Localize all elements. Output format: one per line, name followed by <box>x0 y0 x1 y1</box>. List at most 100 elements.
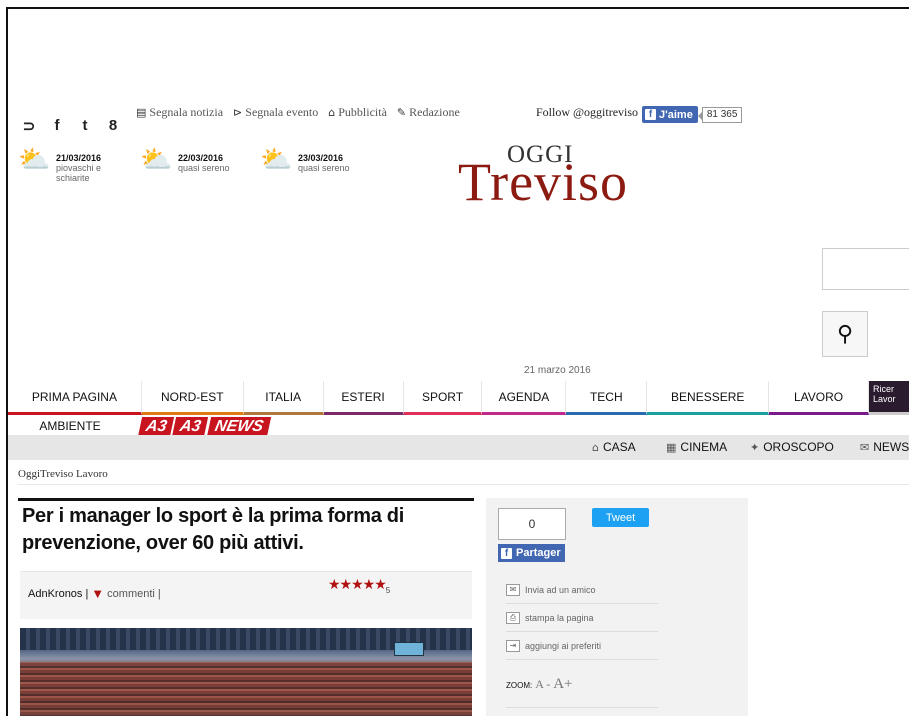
secondary-nav: ⌂ CASA ▦ CINEMA ✦ OROSCOPO ✉ NEWS <box>8 435 909 460</box>
subnav-cinema[interactable]: ▦ CINEMA <box>666 440 727 454</box>
partager-button[interactable]: f Partager <box>498 544 565 562</box>
subnav-casa-label: CASA <box>602 440 636 454</box>
article: Per i manager lo sport è la prima forma … <box>18 498 474 716</box>
megaphone-icon: ⊳ <box>233 106 243 119</box>
print-icon: ⎙ <box>506 611 520 624</box>
segnala-notizia-link[interactable]: ▤ Segnala notizia <box>136 105 223 120</box>
print-page-label: stampa la pagina <box>525 612 594 623</box>
subnav-news-label: NEWS <box>873 440 909 454</box>
social-links: ⊃ f t 8 <box>22 117 120 135</box>
weather-day-3: ⛅ 23/03/2016 quasi sereno <box>260 147 350 173</box>
news-label: NEWS <box>206 417 272 437</box>
ricerca-bottom: Lavor <box>873 394 896 404</box>
nav-row-2: AMBIENTE A3 A3 NEWS <box>8 415 272 437</box>
main-nav: PRIMA PAGINA NORD-EST ITALIA ESTERI SPOR… <box>8 381 909 415</box>
a3-news-banner[interactable]: A3 A3 NEWS <box>137 415 272 437</box>
weather-day-1: ⛅ 21/03/2016 piovaschi e schiarite <box>18 147 112 183</box>
zoom-controls: ZOOM: A - A+ <box>506 676 573 693</box>
a3-logo: A3 <box>137 417 175 437</box>
tag-icon: ⌂ <box>328 106 336 119</box>
comments-link[interactable]: commenti | <box>107 588 161 600</box>
weather-desc: piovaschi e schiarite <box>56 163 102 183</box>
weather-date: 23/03/2016 <box>298 153 344 163</box>
zoom-in-button[interactable]: A+ <box>553 676 572 693</box>
article-photo <box>20 628 472 716</box>
site-logo[interactable]: Treviso <box>458 151 628 213</box>
top-links: ▤ Segnala notizia ⊳ Segnala evento ⌂ Pub… <box>136 105 460 120</box>
article-meta: AdnKronos | ▼ commenti | ★★★★★5 <box>20 571 472 619</box>
bookmark-icon: ⇥ <box>506 639 520 652</box>
nav-esteri[interactable]: ESTERI <box>323 381 404 415</box>
search-icon: ⚲ <box>836 321 854 347</box>
like-button[interactable]: f J'aime <box>642 106 698 123</box>
zoom-out-button[interactable]: A - <box>535 677 550 692</box>
ricerca-lavoro-banner[interactable]: Ricer Lavor <box>869 381 909 415</box>
subnav-news[interactable]: ✉ NEWS <box>860 440 909 454</box>
stars-icon: ★★★★★ <box>328 576 387 592</box>
stars-icon: ✦ <box>750 440 760 454</box>
like-count: 81 365 <box>697 106 743 123</box>
redazione-link[interactable]: ✎ Redazione <box>397 105 460 120</box>
nav-ambiente[interactable]: AMBIENTE <box>8 419 132 433</box>
nav-sport[interactable]: SPORT <box>403 381 483 415</box>
nav-benessere[interactable]: BENESSERE <box>647 381 770 415</box>
current-date: 21 marzo 2016 <box>524 365 591 376</box>
subnav-casa[interactable]: ⌂ CASA <box>592 440 636 454</box>
nav-nord-est[interactable]: NORD-EST <box>141 381 244 415</box>
rating-stars[interactable]: ★★★★★5 <box>328 576 391 595</box>
breadcrumb: OggiTreviso Lavoro <box>18 468 108 480</box>
twitter-icon[interactable]: t <box>78 117 92 135</box>
nav-prima-pagina[interactable]: PRIMA PAGINA <box>8 381 142 415</box>
facebook-icon[interactable]: f <box>50 117 64 135</box>
print-page-link[interactable]: ⎙ stampa la pagina <box>506 604 658 632</box>
facebook-logo-icon: f <box>501 547 512 559</box>
zoom-label: ZOOM: <box>506 681 533 690</box>
nav-tech[interactable]: TECH <box>566 381 648 415</box>
separator: | <box>85 587 89 600</box>
weather-desc: quasi sereno <box>178 163 230 173</box>
facebook-like-widget: f J'aime 81 365 <box>642 106 743 123</box>
send-to-friend-link[interactable]: ✉ Invia ad un amico <box>506 576 658 604</box>
search-button[interactable]: ⚲ <box>822 311 868 357</box>
divider <box>506 707 658 708</box>
comment-icon: ▼ <box>91 586 105 601</box>
article-byline: AdnKronos | ▼ commenti | <box>28 586 161 601</box>
add-favorites-label: aggiungi ai preferiti <box>525 640 602 651</box>
search-input[interactable] <box>822 248 909 290</box>
author: AdnKronos <box>28 587 83 600</box>
ricerca-top: Ricer <box>873 384 895 394</box>
newspaper-icon: ▤ <box>136 106 147 119</box>
article-title: Per i manager lo sport è la prima forma … <box>22 505 404 554</box>
mail-icon: ✉ <box>860 440 870 454</box>
subnav-oroscopo[interactable]: ✦ OROSCOPO <box>750 440 834 454</box>
weather-desc: quasi sereno <box>298 163 350 173</box>
segnala-notizia-label: Segnala notizia <box>149 105 224 119</box>
segnala-evento-link[interactable]: ⊳ Segnala evento <box>233 105 318 120</box>
subnav-oroscopo-label: OROSCOPO <box>763 440 834 454</box>
tweet-button[interactable]: Tweet <box>592 508 649 527</box>
weather-date: 22/03/2016 <box>178 153 224 163</box>
add-favorites-link[interactable]: ⇥ aggiungi ai preferiti <box>506 632 658 660</box>
send-to-friend-label: Invia ad un amico <box>525 584 596 595</box>
nav-agenda[interactable]: AGENDA <box>482 381 567 415</box>
cloud-sun-rain-icon: ⛅ <box>18 145 51 175</box>
weather-date: 21/03/2016 <box>56 153 102 163</box>
nav-lavoro[interactable]: LAVORO <box>769 381 870 415</box>
nav-italia[interactable]: ITALIA <box>243 381 324 415</box>
rating-value: 5 <box>385 585 391 595</box>
rss-icon[interactable]: ⊃ <box>22 117 36 135</box>
stadium-crowd <box>20 662 472 716</box>
redazione-label: Redazione <box>409 105 460 119</box>
segnala-evento-label: Segnala evento <box>245 105 319 119</box>
pubblicita-link[interactable]: ⌂ Pubblicità <box>328 105 387 120</box>
facebook-logo-icon: f <box>645 109 656 120</box>
stadium-screen <box>394 642 424 656</box>
mail-icon: ✉ <box>506 583 520 596</box>
share-sidebar: 0 Tweet f Partager ✉ Invia ad un amico ⎙… <box>486 498 748 716</box>
pencil-icon: ✎ <box>396 106 407 119</box>
follow-twitter-link[interactable]: Follow @oggitreviso <box>536 105 638 120</box>
share-count: 0 <box>498 508 566 540</box>
browser-page: ⊃ f t 8 ▤ Segnala notizia ⊳ Segnala even… <box>6 7 909 716</box>
weather-day-2: ⛅ 22/03/2016 quasi sereno <box>140 147 230 173</box>
gplus-icon[interactable]: 8 <box>106 117 120 135</box>
